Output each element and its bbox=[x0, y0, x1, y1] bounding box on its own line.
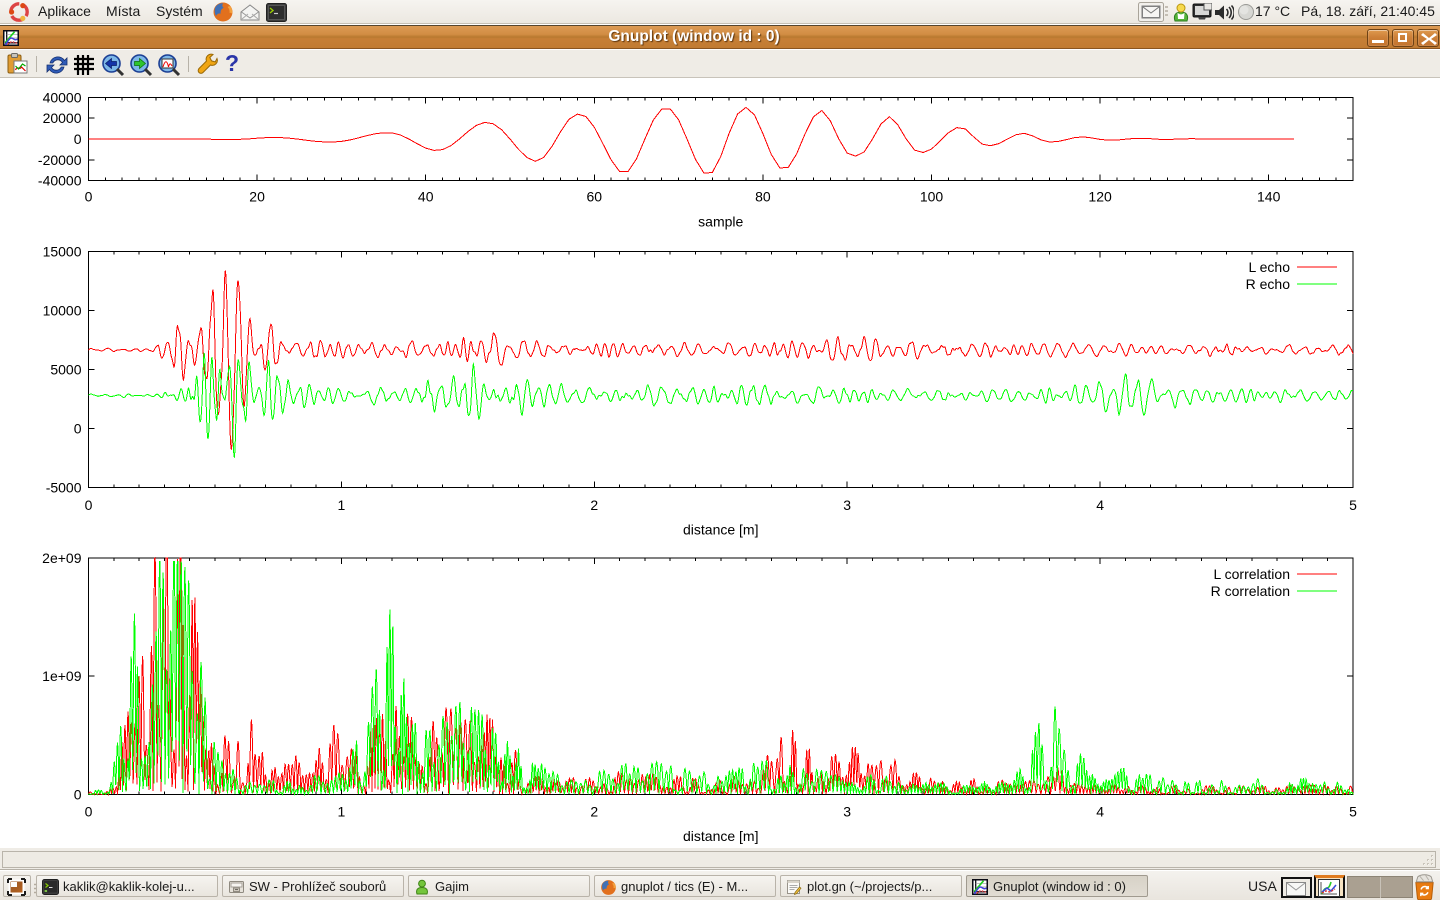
svg-text:120: 120 bbox=[1088, 189, 1112, 205]
svg-text:1e+09: 1e+09 bbox=[42, 668, 82, 684]
svg-text:80: 80 bbox=[755, 189, 771, 205]
svg-text:0: 0 bbox=[85, 497, 93, 513]
svg-text:3: 3 bbox=[843, 497, 851, 513]
svg-text:0: 0 bbox=[85, 189, 93, 205]
svg-text:R correlation: R correlation bbox=[1211, 583, 1290, 599]
svg-text:5: 5 bbox=[1349, 804, 1357, 820]
svg-text:2: 2 bbox=[590, 497, 598, 513]
svg-text:0: 0 bbox=[74, 131, 82, 147]
svg-text:10000: 10000 bbox=[43, 303, 82, 319]
svg-text:L echo: L echo bbox=[1248, 259, 1290, 275]
svg-text:-20000: -20000 bbox=[38, 152, 82, 168]
svg-text:-40000: -40000 bbox=[38, 173, 82, 189]
svg-text:distance [m]: distance [m] bbox=[683, 828, 758, 844]
svg-text:L correlation: L correlation bbox=[1213, 566, 1290, 582]
svg-text:0: 0 bbox=[74, 787, 82, 803]
svg-text:2e+09: 2e+09 bbox=[42, 550, 82, 566]
svg-text:15000: 15000 bbox=[43, 244, 82, 260]
svg-text:distance [m]: distance [m] bbox=[683, 522, 758, 538]
svg-text:20: 20 bbox=[249, 189, 265, 205]
svg-text:40: 40 bbox=[418, 189, 434, 205]
svg-text:R echo: R echo bbox=[1246, 276, 1291, 292]
svg-text:1: 1 bbox=[338, 804, 346, 820]
svg-text:sample: sample bbox=[698, 214, 743, 230]
svg-text:0: 0 bbox=[85, 804, 93, 820]
svg-text:1: 1 bbox=[338, 497, 346, 513]
svg-text:140: 140 bbox=[1257, 189, 1281, 205]
svg-text:4: 4 bbox=[1096, 497, 1104, 513]
svg-text:-5000: -5000 bbox=[46, 480, 82, 496]
svg-text:5: 5 bbox=[1349, 497, 1357, 513]
svg-text:0: 0 bbox=[74, 421, 82, 437]
svg-text:20000: 20000 bbox=[43, 110, 82, 126]
svg-text:40000: 40000 bbox=[43, 90, 82, 106]
svg-text:100: 100 bbox=[920, 189, 944, 205]
svg-text:5000: 5000 bbox=[50, 362, 81, 378]
svg-text:4: 4 bbox=[1096, 804, 1104, 820]
svg-text:3: 3 bbox=[843, 804, 851, 820]
svg-text:2: 2 bbox=[590, 804, 598, 820]
svg-text:60: 60 bbox=[587, 189, 603, 205]
